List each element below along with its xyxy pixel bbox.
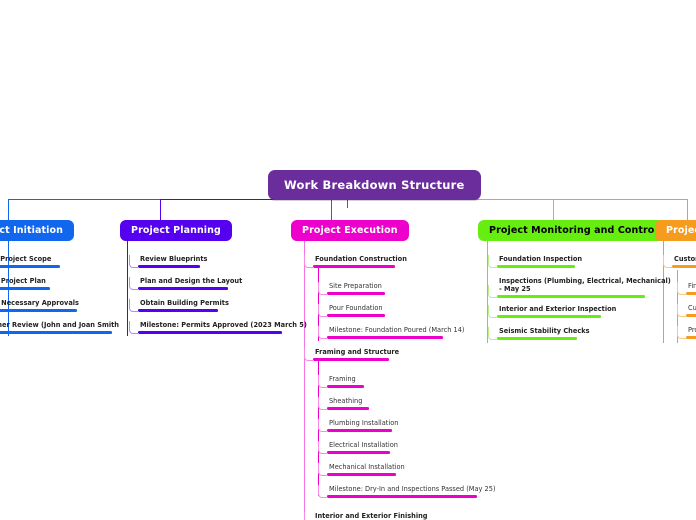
- list-item-label: Seismic Stability Checks: [499, 327, 590, 335]
- item-underline: [313, 265, 395, 268]
- trunk-drop-initiation: [8, 199, 10, 221]
- list-item-label: Customer: [674, 255, 696, 263]
- list-item-label: Review Blueprints: [140, 255, 208, 263]
- list-item[interactable]: Inspections (Plumbing, Electrical, Mecha…: [488, 277, 671, 298]
- item-underline: [497, 295, 645, 298]
- list-item-label: Inspections (Plumbing, Electrical, Mecha…: [499, 277, 671, 294]
- list-item-label: Interior and Exterior Inspection: [499, 305, 617, 313]
- list-item[interactable]: Obtain Necessary Approvals: [0, 299, 79, 312]
- list-item[interactable]: Framing and Structure: [304, 347, 400, 361]
- item-underline: [686, 292, 696, 295]
- list-item[interactable]: Interior and Exterior Inspection: [488, 304, 617, 318]
- list-item[interactable]: Plan and Design the Layout: [129, 276, 243, 290]
- item-underline: [327, 292, 385, 295]
- item-underline: [138, 331, 282, 334]
- item-underline: [0, 265, 60, 268]
- list-item[interactable]: Framing: [318, 374, 364, 388]
- item-underline: [138, 287, 228, 290]
- trunk-drop-planning: [160, 199, 162, 220]
- list-item[interactable]: Electrical Installation: [318, 440, 398, 454]
- list-item-label: Milestone: Dry-In and Inspections Passed…: [329, 485, 496, 493]
- item-underline: [0, 309, 77, 312]
- item-underline: [686, 336, 696, 339]
- list-item-label: Obtain Necessary Approvals: [1, 299, 79, 307]
- item-underline: [313, 358, 389, 361]
- item-underline: [327, 429, 392, 432]
- list-item-label: Milestone: Foundation Poured (March 14): [329, 326, 465, 334]
- branch-head-execution[interactable]: Project Execution: [291, 220, 409, 241]
- item-underline: [497, 265, 575, 268]
- list-item-label: Cus: [688, 304, 696, 312]
- item-underline: [327, 451, 390, 454]
- item-underline: [327, 336, 443, 339]
- item-underline: [327, 407, 369, 410]
- list-item-label: Proj: [688, 326, 696, 334]
- item-underline: [497, 337, 577, 340]
- list-item[interactable]: Foundation Inspection: [488, 254, 583, 268]
- branch-head-planning[interactable]: Project Planning: [120, 220, 232, 241]
- list-item[interactable]: Milestone: Permits Approved (2023 March …: [129, 320, 307, 334]
- list-item-label: Customer Review (John and Joan Smith: [0, 321, 119, 329]
- item-underline: [327, 495, 477, 498]
- item-underline: [672, 265, 696, 268]
- list-item[interactable]: Milestone: Foundation Poured (March 14): [318, 325, 465, 339]
- item-underline: [138, 265, 200, 268]
- list-item-label: Milestone: Permits Approved (2023 March …: [140, 321, 307, 329]
- list-item[interactable]: Obtain Building Permits: [129, 298, 229, 312]
- list-item-label: Sheathing: [329, 397, 363, 405]
- root-node[interactable]: Work Breakdown Structure: [268, 170, 481, 200]
- item-underline: [0, 331, 112, 334]
- list-item[interactable]: Cus: [677, 303, 696, 317]
- list-item[interactable]: Customer: [663, 254, 696, 268]
- list-item[interactable]: Create Project Plan: [0, 277, 50, 290]
- list-item[interactable]: Plumbing Installation: [318, 418, 399, 432]
- list-item[interactable]: Pour Foundation: [318, 303, 385, 317]
- list-item[interactable]: Mechanical Installation: [318, 462, 405, 476]
- item-underline: [138, 309, 218, 312]
- list-item[interactable]: Seismic Stability Checks: [488, 326, 590, 340]
- list-item-label: Foundation Inspection: [499, 255, 583, 263]
- list-item-label: Framing and Structure: [315, 348, 400, 356]
- list-item[interactable]: Fina: [677, 281, 696, 295]
- item-underline: [0, 287, 50, 290]
- list-item-label: Framing: [329, 375, 356, 383]
- list-item[interactable]: Site Preparation: [318, 281, 385, 295]
- list-item[interactable]: Sheathing: [318, 396, 369, 410]
- item-underline: [497, 315, 601, 318]
- list-item[interactable]: Proj: [677, 325, 696, 339]
- list-item[interactable]: Interior and Exterior Finishing: [304, 511, 428, 520]
- list-item[interactable]: Milestone: Dry-In and Inspections Passed…: [318, 484, 496, 498]
- list-item[interactable]: Define Project Scope: [0, 255, 60, 268]
- item-underline: [327, 314, 385, 317]
- trunk-drop-execution: [331, 199, 333, 220]
- mindmap-canvas: Work Breakdown Structure Project Initiat…: [0, 0, 696, 520]
- list-item-label: Mechanical Installation: [329, 463, 405, 471]
- list-item-label: Create Project Plan: [0, 277, 46, 285]
- item-underline: [327, 473, 396, 476]
- branch-head-initiation[interactable]: Project Initiation: [0, 220, 75, 241]
- list-item-label: Pour Foundation: [329, 304, 383, 312]
- item-underline: [686, 314, 696, 317]
- trunk-drop-monitoring: [553, 199, 555, 220]
- list-item-label: Plumbing Installation: [329, 419, 399, 427]
- branch-head-closure[interactable]: Project Cl: [655, 220, 696, 241]
- list-item[interactable]: Customer Review (John and Joan Smith: [0, 321, 119, 334]
- list-item-label: Plan and Design the Layout: [140, 277, 243, 285]
- list-item-label: Define Project Scope: [0, 255, 52, 263]
- list-item[interactable]: Foundation Construction: [304, 254, 407, 268]
- list-item-label: Obtain Building Permits: [140, 299, 229, 307]
- list-item-label: Site Preparation: [329, 282, 382, 290]
- list-item-label: Interior and Exterior Finishing: [315, 512, 428, 520]
- list-item-label: Electrical Installation: [329, 441, 398, 449]
- item-underline: [327, 385, 364, 388]
- trunk-drop-closure: [687, 199, 689, 220]
- list-item-label: Foundation Construction: [315, 255, 407, 263]
- spine-execution: [304, 238, 306, 520]
- list-item[interactable]: Review Blueprints: [129, 254, 208, 268]
- list-item-label: Fina: [688, 282, 696, 290]
